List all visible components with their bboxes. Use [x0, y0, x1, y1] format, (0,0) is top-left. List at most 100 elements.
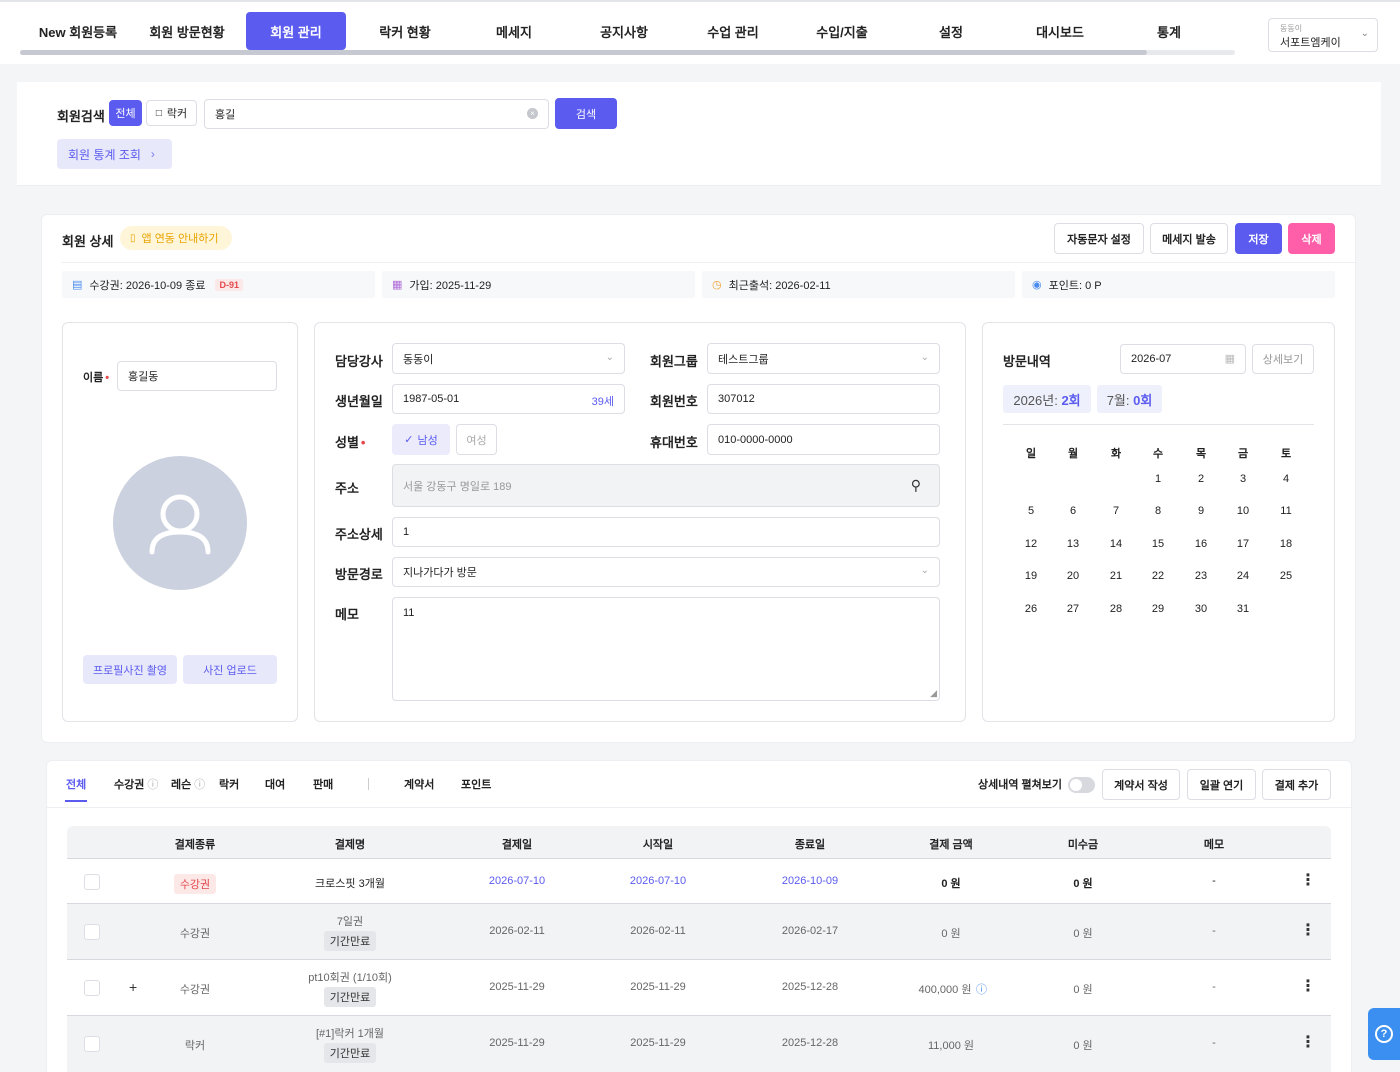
search-button[interactable]: 검색	[555, 98, 617, 129]
calendar-day[interactable]: 8	[1143, 505, 1173, 517]
bulk-extend-button[interactable]: 일괄 연기	[1187, 769, 1256, 800]
name-input[interactable]: 홍길동	[117, 361, 277, 391]
calendar-day[interactable]: 26	[1016, 603, 1046, 615]
send-message-button[interactable]: 메세지 발송	[1150, 223, 1228, 254]
calendar-day[interactable]: 24	[1228, 570, 1258, 582]
nav-tab-locker-status[interactable]: 락커 현황	[355, 12, 455, 50]
gender-male-button[interactable]: ✓ 남성	[392, 424, 450, 455]
more-options-icon[interactable]: ⋮	[1300, 977, 1316, 997]
nav-tab-visit-status[interactable]: 회원 방문현황	[137, 12, 237, 50]
resize-handle-icon[interactable]: ◢	[930, 688, 937, 699]
calendar-day[interactable]: 11	[1271, 505, 1301, 517]
calendar-day[interactable]: 10	[1228, 505, 1258, 517]
calendar-day[interactable]: 1	[1143, 473, 1173, 485]
calendar-day[interactable]: 31	[1228, 603, 1258, 615]
calendar-day[interactable]: 18	[1271, 538, 1301, 550]
add-payment-button[interactable]: 결제 추가	[1262, 769, 1331, 800]
phone-input[interactable]: 010-0000-0000	[707, 424, 940, 455]
nav-scrollbar-thumb[interactable]	[20, 50, 1147, 55]
gender-female-button[interactable]: 여성	[456, 424, 497, 455]
filter-all-button[interactable]: 전체	[109, 100, 142, 126]
info-icon[interactable]: ⓘ	[976, 981, 987, 997]
detail-toggle[interactable]	[1068, 777, 1095, 793]
row-checkbox[interactable]	[84, 924, 100, 940]
capture-photo-button[interactable]: 프로필사진 촬영	[83, 655, 177, 684]
payment-tab-lesson[interactable]: 레슨 ⓘ	[171, 776, 205, 792]
calendar-day[interactable]: 29	[1143, 603, 1173, 615]
nav-tab-income-expense[interactable]: 수입/지출	[792, 12, 892, 50]
store-selector[interactable]: 동동이 서포트엠케이 ⌄	[1268, 18, 1378, 52]
calendar-day[interactable]: 6	[1058, 505, 1088, 517]
nav-tab-member-management[interactable]: 회원 관리	[246, 12, 346, 50]
row-checkbox[interactable]	[84, 980, 100, 996]
calendar-day[interactable]: 13	[1058, 538, 1088, 550]
nav-tab-settings[interactable]: 설정	[901, 12, 1001, 50]
row-checkbox[interactable]	[84, 874, 100, 890]
calendar-day[interactable]: 30	[1186, 603, 1216, 615]
more-options-icon[interactable]: ⋮	[1300, 921, 1316, 941]
route-select[interactable]: 지나가다가 방문 ⌄	[392, 557, 940, 587]
calendar-day[interactable]: 2	[1186, 473, 1216, 485]
delete-button[interactable]: 삭제	[1288, 223, 1335, 254]
address-detail-input[interactable]: 1	[392, 517, 940, 547]
nav-tab-class-management[interactable]: 수업 관리	[683, 12, 783, 50]
calendar-day[interactable]: 19	[1016, 570, 1046, 582]
upload-photo-button[interactable]: 사진 업로드	[183, 655, 277, 684]
help-button[interactable]: ?	[1368, 1008, 1400, 1060]
payment-tab-membership[interactable]: 수강권 ⓘ	[114, 776, 158, 792]
calendar-day[interactable]: 4	[1271, 473, 1301, 485]
group-select[interactable]: 테스트그룹 ⌄	[707, 343, 940, 374]
write-contract-button[interactable]: 계약서 작성	[1102, 769, 1180, 800]
calendar-day[interactable]: 21	[1101, 570, 1131, 582]
calendar-day[interactable]: 9	[1186, 505, 1216, 517]
search-input[interactable]: 홍길 ×	[204, 99, 549, 129]
calendar-day[interactable]: 28	[1101, 603, 1131, 615]
calendar-day[interactable]: 25	[1271, 570, 1301, 582]
nav-tab-message[interactable]: 메세지	[464, 12, 564, 50]
trainer-value: 동동이	[403, 353, 434, 366]
payment-tab-contract[interactable]: 계약서	[404, 776, 434, 792]
payment-tab-points[interactable]: 포인트	[461, 776, 491, 792]
memo-textarea[interactable]: 11 ◢	[392, 597, 940, 701]
payment-tab-sale[interactable]: 판매	[313, 776, 333, 792]
filter-locker-button[interactable]: □ 락커	[146, 100, 197, 126]
calendar-day[interactable]: 20	[1058, 570, 1088, 582]
member-stats-link[interactable]: 회원 통계 조회 ›	[57, 139, 172, 169]
app-link-badge[interactable]: ▯ 앱 연동 안내하기	[120, 226, 232, 250]
save-button[interactable]: 저장	[1235, 223, 1282, 254]
nav-tab-dashboard[interactable]: 대시보드	[1010, 12, 1110, 50]
calendar-day[interactable]: 23	[1186, 570, 1216, 582]
trainer-select[interactable]: 동동이 ⌄	[392, 343, 625, 374]
calendar-day[interactable]: 3	[1228, 473, 1258, 485]
visit-month-picker[interactable]: 2026-07 ▦	[1120, 344, 1246, 374]
address-input[interactable]: 서울 강동구 명일로 189 ⚲	[392, 464, 940, 507]
nav-scrollbar[interactable]	[20, 50, 1235, 55]
calendar-day[interactable]: 12	[1016, 538, 1046, 550]
calendar-day[interactable]: 14	[1101, 538, 1131, 550]
calendar-day[interactable]: 5	[1016, 505, 1046, 517]
clear-icon[interactable]: ×	[527, 108, 538, 119]
calendar-day[interactable]: 27	[1058, 603, 1088, 615]
calendar-day[interactable]: 15	[1143, 538, 1173, 550]
calendar-day[interactable]: 22	[1143, 570, 1173, 582]
nav-tab-new-member[interactable]: New 회원등록	[28, 12, 128, 50]
visit-detail-button[interactable]: 상세보기	[1252, 344, 1314, 374]
payment-tab-all[interactable]: 전체	[66, 776, 86, 792]
payment-tab-rental[interactable]: 대여	[265, 776, 285, 792]
calendar-day[interactable]: 7	[1101, 505, 1131, 517]
end-date: 2026-10-09	[781, 875, 839, 887]
member-no-input[interactable]: 307012	[707, 384, 940, 414]
more-options-icon[interactable]: ⋮	[1300, 1033, 1316, 1053]
calendar-day[interactable]: 17	[1228, 538, 1258, 550]
nav-tab-notice[interactable]: 공지사항	[574, 12, 674, 50]
expand-plus-icon[interactable]: +	[129, 979, 137, 995]
col-header-unpaid: 미수금	[1067, 839, 1099, 851]
calendar-day[interactable]: 16	[1186, 538, 1216, 550]
more-options-icon[interactable]: ⋮	[1300, 871, 1316, 891]
row-checkbox[interactable]	[84, 1036, 100, 1052]
birth-input[interactable]: 1987-05-01 39세	[392, 384, 625, 414]
search-icon[interactable]: ⚲	[911, 477, 921, 494]
nav-tab-statistics[interactable]: 통계	[1119, 12, 1219, 50]
payment-tab-locker[interactable]: 락커	[219, 776, 239, 792]
auto-sms-button[interactable]: 자동문자 설정	[1054, 223, 1144, 254]
